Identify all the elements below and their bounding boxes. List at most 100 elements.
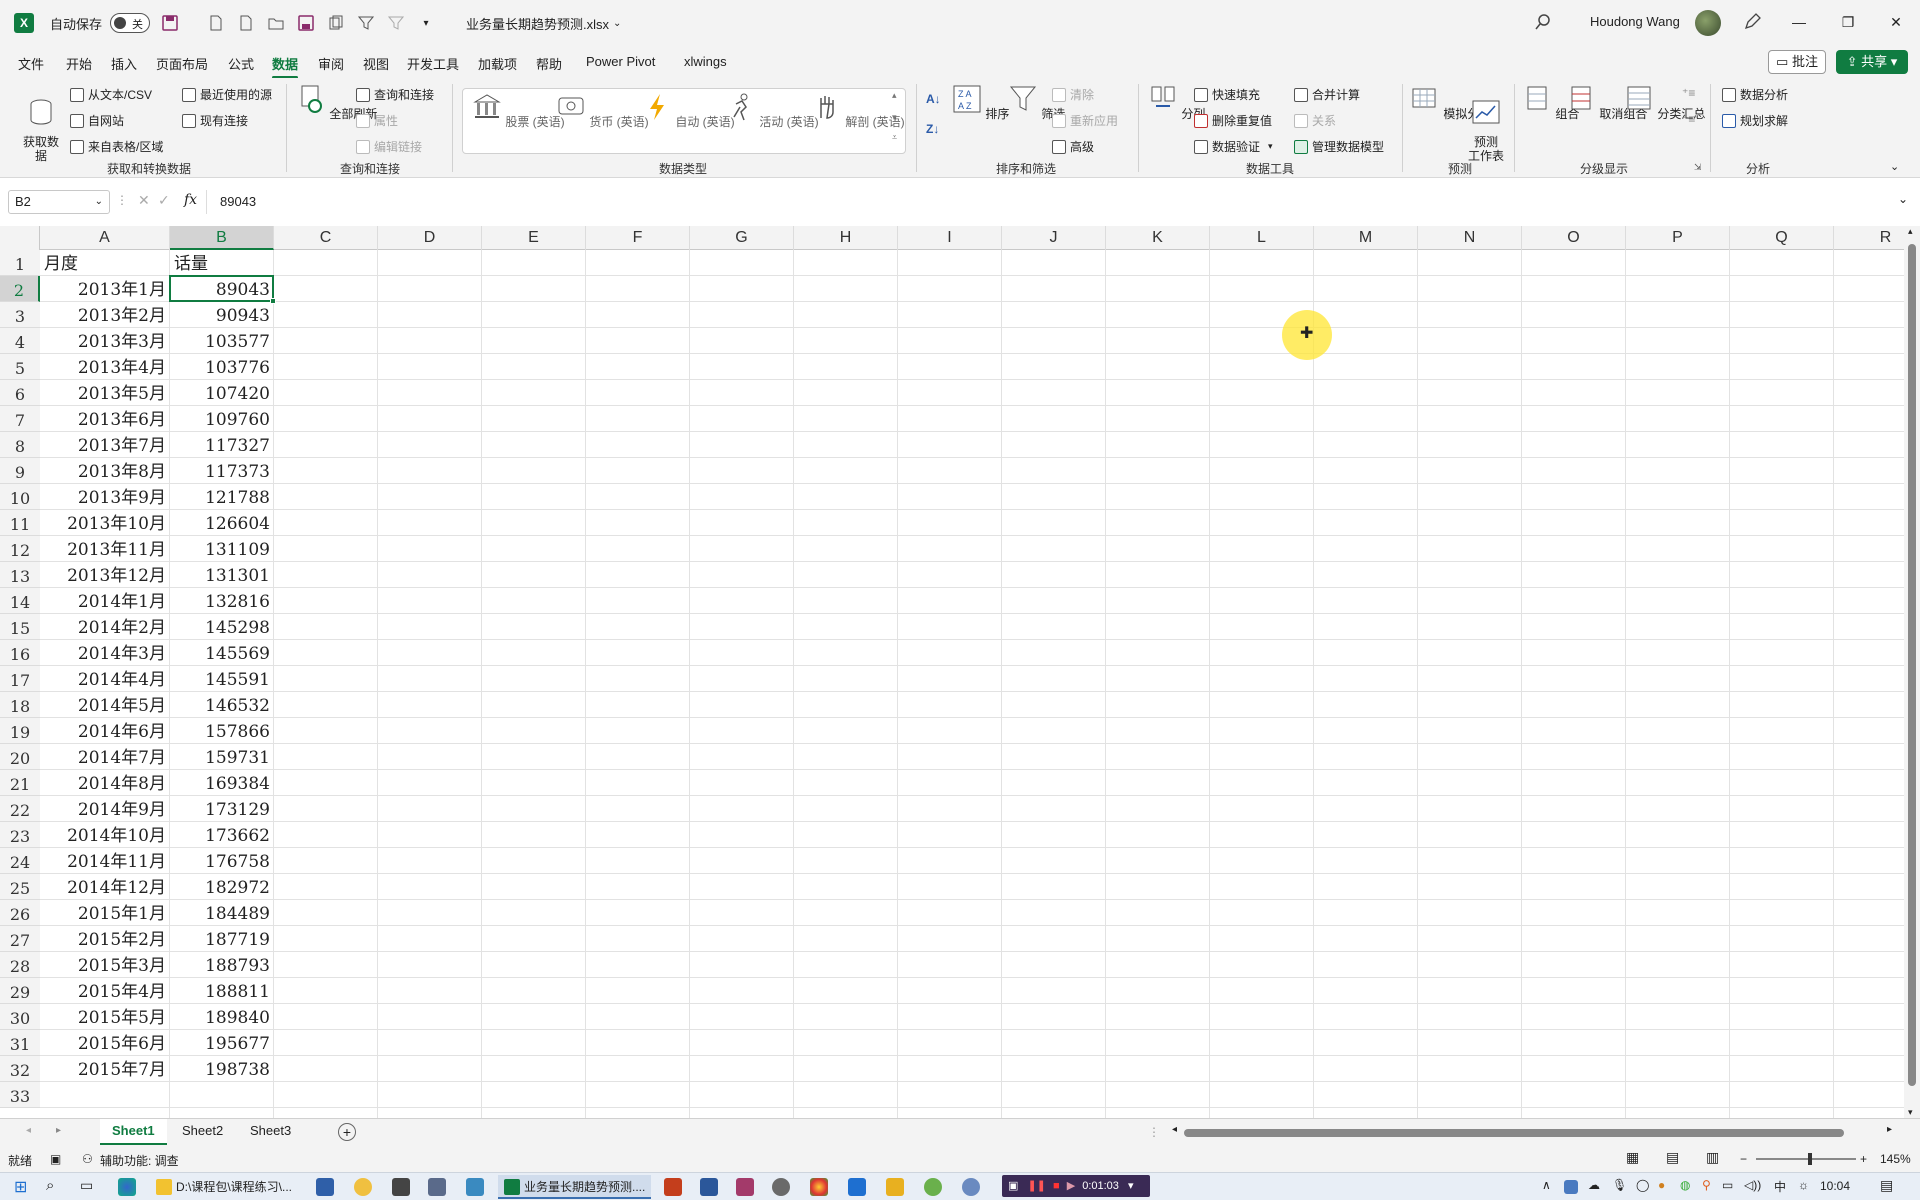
user-name[interactable]: Houdong Wang — [1590, 14, 1680, 29]
app-icon[interactable] — [772, 1178, 790, 1196]
group-button[interactable]: 组合 — [1522, 84, 1579, 122]
stop-icon[interactable]: ■ — [1053, 1180, 1060, 1192]
cell-b26[interactable]: 184489 — [170, 900, 274, 926]
green-app-icon[interactable] — [924, 1178, 942, 1196]
cell-b30[interactable]: 189840 — [170, 1004, 274, 1030]
data-type-stocks[interactable]: 股票 (英语) — [472, 92, 565, 130]
search-icon[interactable] — [1534, 13, 1552, 34]
cell-a28[interactable]: 2015年3月 — [40, 952, 170, 978]
column-header-m[interactable]: M — [1314, 226, 1418, 250]
cell-a26[interactable]: 2015年1月 — [40, 900, 170, 926]
onenote-icon[interactable] — [736, 1178, 754, 1196]
play-icon[interactable]: ▶ — [1067, 1180, 1075, 1192]
zoom-slider-knob[interactable] — [1808, 1153, 1812, 1165]
next-sheet-icon[interactable]: ▸ — [56, 1125, 61, 1136]
formula-input[interactable]: 89043 — [220, 194, 256, 209]
filter-button[interactable]: 筛选 — [1008, 84, 1065, 122]
cell-b24[interactable]: 176758 — [170, 848, 274, 874]
save-icon[interactable] — [160, 13, 180, 33]
gallery-expand-icon[interactable]: ⩡ — [892, 132, 897, 143]
column-header-k[interactable]: K — [1106, 226, 1210, 250]
document-title[interactable]: 业务量长期趋势预测.xlsx — [466, 14, 609, 33]
cell-a18[interactable]: 2014年5月 — [40, 692, 170, 718]
cell-a12[interactable]: 2013年11月 — [40, 536, 170, 562]
row-header[interactable]: 15 — [0, 614, 40, 640]
consolidate-button[interactable]: 合并计算 — [1294, 86, 1360, 103]
row-header[interactable]: 27 — [0, 926, 40, 952]
cell-b28[interactable]: 188793 — [170, 952, 274, 978]
advanced-filter-button[interactable]: 高级 — [1052, 138, 1094, 155]
windows-start-icon[interactable]: ⊞ — [14, 1177, 27, 1197]
cell-a17[interactable]: 2014年4月 — [40, 666, 170, 692]
scroll-right-icon[interactable]: ▸ — [1887, 1124, 1892, 1135]
cell-b7[interactable]: 109760 — [170, 406, 274, 432]
cancel-edit-icon[interactable]: ✕ — [138, 192, 150, 209]
notes-app-icon[interactable] — [466, 1178, 484, 1196]
row-header[interactable]: 11 — [0, 510, 40, 536]
zoom-out-icon[interactable]: − — [1740, 1152, 1747, 1166]
prev-sheet-icon[interactable]: ◂ — [26, 1125, 31, 1136]
cell-b6[interactable]: 107420 — [170, 380, 274, 406]
onedrive-icon[interactable]: ☁ — [1588, 1178, 1600, 1192]
tab-view[interactable]: 视图 — [363, 54, 389, 73]
cell-a9[interactable]: 2013年8月 — [40, 458, 170, 484]
from-web-button[interactable]: 自网站 — [70, 112, 124, 129]
cell-a22[interactable]: 2014年9月 — [40, 796, 170, 822]
row-header[interactable]: 6 — [0, 380, 40, 406]
accessibility-status[interactable]: 辅助功能: 调查 — [100, 1152, 179, 1169]
save-as-icon[interactable] — [296, 13, 316, 33]
row-header[interactable]: 14 — [0, 588, 40, 614]
cell-b14[interactable]: 132816 — [170, 588, 274, 614]
row-header[interactable]: 33 — [0, 1082, 40, 1108]
row-header[interactable]: 2 — [0, 276, 40, 302]
formula-bar-grip-icon[interactable]: ⋮ — [116, 193, 128, 207]
cell-a6[interactable]: 2013年5月 — [40, 380, 170, 406]
row-header[interactable]: 23 — [0, 822, 40, 848]
row-header[interactable]: 12 — [0, 536, 40, 562]
cell-b9[interactable]: 117373 — [170, 458, 274, 484]
row-header[interactable]: 21 — [0, 770, 40, 796]
column-header-i[interactable]: I — [898, 226, 1002, 250]
cell-a13[interactable]: 2013年12月 — [40, 562, 170, 588]
cell-a11[interactable]: 2013年10月 — [40, 510, 170, 536]
tray-app-icon[interactable] — [1564, 1180, 1578, 1194]
gallery-scroll-down-icon[interactable]: ▾ — [892, 112, 897, 123]
from-table-button[interactable]: 来自表格/区域 — [70, 138, 163, 155]
row-header[interactable]: 10 — [0, 484, 40, 510]
tab-power-pivot[interactable]: Power Pivot — [586, 54, 655, 69]
pen-icon[interactable] — [1743, 13, 1761, 34]
taskbar-excel-window[interactable]: 业务量长期趋势预测.... — [498, 1175, 652, 1199]
row-header[interactable]: 20 — [0, 744, 40, 770]
tray-chevron-up-icon[interactable]: ∧ — [1542, 1178, 1551, 1192]
relationships-button[interactable]: 关系 — [1294, 112, 1336, 129]
row-header[interactable]: 22 — [0, 796, 40, 822]
tab-split-grip-icon[interactable]: ⋮ — [1148, 1125, 1160, 1139]
vertical-scrollbar-thumb[interactable] — [1908, 244, 1916, 1086]
normal-view-icon[interactable]: ▦ — [1626, 1149, 1639, 1166]
horizontal-scrollbar-thumb[interactable] — [1184, 1129, 1844, 1137]
open-folder-icon[interactable] — [266, 13, 286, 33]
cell-a21[interactable]: 2014年8月 — [40, 770, 170, 796]
microphone-icon[interactable]: 🎙︎ — [1612, 1178, 1627, 1192]
zoom-level[interactable]: 145% — [1880, 1152, 1911, 1166]
cell-b8[interactable]: 117327 — [170, 432, 274, 458]
cell-a7[interactable]: 2013年6月 — [40, 406, 170, 432]
title-chevron-down-icon[interactable]: ⌄ — [613, 18, 621, 29]
data-validation-button[interactable]: 数据验证 ▾ — [1194, 138, 1273, 155]
cell-a14[interactable]: 2014年1月 — [40, 588, 170, 614]
cell-b13[interactable]: 131301 — [170, 562, 274, 588]
recorder-menu-icon[interactable]: ▾ — [1128, 1180, 1134, 1192]
manage-data-model-button[interactable]: 管理数据模型 — [1294, 138, 1384, 155]
column-header-b[interactable]: B — [170, 226, 274, 250]
horizontal-scrollbar[interactable]: ◂ ▸ — [1172, 1124, 1892, 1139]
spreadsheet-grid[interactable]: ABCDEFGHIJKLMNOPQR 1 2 3 4 5 6 7 8 9 10 11 12 13 14 15… — [0, 226, 1904, 1118]
page-break-view-icon[interactable]: ▥ — [1706, 1149, 1719, 1166]
row-header[interactable]: 24 — [0, 848, 40, 874]
tab-xlwings[interactable]: xlwings — [684, 54, 727, 69]
column-header-j[interactable]: J — [1002, 226, 1106, 250]
row-header[interactable]: 28 — [0, 952, 40, 978]
column-header-d[interactable]: D — [378, 226, 482, 250]
cell-a31[interactable]: 2015年6月 — [40, 1030, 170, 1056]
cell-b29[interactable]: 188811 — [170, 978, 274, 1004]
cell-a19[interactable]: 2014年6月 — [40, 718, 170, 744]
